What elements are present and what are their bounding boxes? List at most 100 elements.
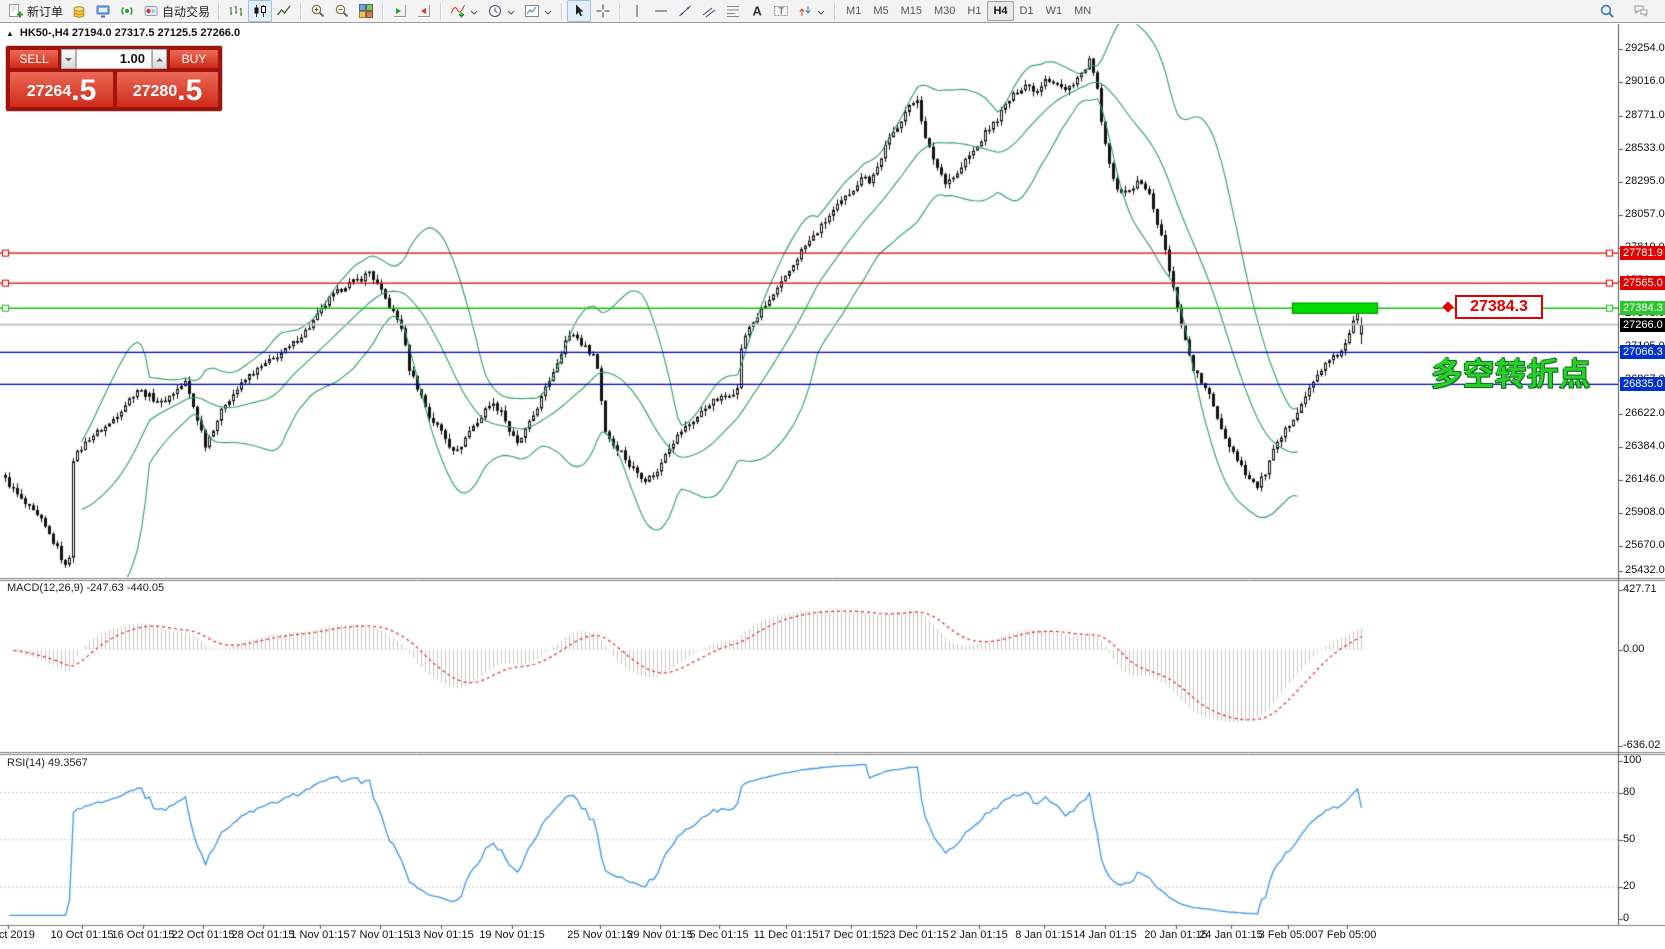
rsi-tick-label: 20 (1623, 880, 1635, 892)
toolbar-separator (561, 3, 563, 20)
price-tick-label: 25908.0 (1625, 506, 1665, 518)
toolbar-separator (834, 3, 836, 20)
collapse-panel-arrow[interactable]: ▲ (6, 29, 14, 38)
vertical-line-button[interactable] (625, 0, 649, 22)
price-level-label[interactable]: 27066.3 (1620, 345, 1665, 359)
toolbar-separator (300, 3, 302, 20)
buy-button[interactable]: BUY (169, 49, 219, 69)
price-tick-label: 28771.0 (1625, 109, 1665, 121)
autotrading-button[interactable]: 自动交易 (139, 0, 214, 22)
caret-down-icon (816, 7, 826, 16)
price-level-label[interactable]: 27384.3 (1620, 301, 1665, 315)
volume-increase-button[interactable] (152, 49, 167, 69)
templates-button[interactable] (520, 0, 557, 22)
caret-down-icon (543, 7, 553, 16)
search-icon (1599, 3, 1615, 19)
tf-m15-button[interactable]: M15 (895, 1, 928, 21)
chart-info-line: ▲ HK50-,H4 27194.0 27317.5 27125.5 27266… (6, 27, 240, 39)
autotrading-icon (143, 3, 159, 19)
sell-button[interactable]: SELL (9, 49, 59, 69)
new-order-button[interactable]: 新订单 (4, 0, 67, 22)
candlestick-chart-button[interactable] (248, 0, 272, 22)
zoom-out-icon (334, 3, 350, 19)
caret-down-icon (64, 50, 73, 68)
svg-text:A: A (753, 4, 763, 19)
time-tick-label: 2 Jan 01:15 (950, 929, 1008, 941)
text-label-button[interactable]: T (769, 0, 793, 22)
trendline-icon (677, 3, 693, 19)
price-level-label[interactable]: 26835.0 (1620, 377, 1665, 391)
chart-canvas[interactable] (0, 0, 1665, 949)
price-level-label[interactable]: 27565.0 (1620, 276, 1665, 290)
time-tick-label: 7 Nov 01:15 (350, 929, 409, 941)
tf-m30-button[interactable]: M30 (928, 1, 961, 21)
chat-icon (1633, 3, 1649, 19)
annotation-text[interactable]: 多空转折点 (1431, 349, 1591, 394)
sell-price-frac: .5 (71, 76, 96, 106)
market-button[interactable] (67, 0, 91, 22)
chart-shift-button[interactable] (412, 0, 436, 22)
clock-icon (487, 3, 503, 19)
tf-h4-button[interactable]: H4 (987, 1, 1013, 21)
crosshair-icon (595, 3, 611, 19)
rsi-tick-label: 50 (1623, 833, 1635, 845)
periods-button[interactable] (483, 0, 520, 22)
trendline-button[interactable] (673, 0, 697, 22)
indicators-button[interactable] (446, 0, 483, 22)
tf-w1-button[interactable]: W1 (1040, 1, 1069, 21)
time-tick-label: 28 Oct 01:15 (232, 929, 295, 941)
time-tick-label: 5 Dec 01:15 (689, 929, 748, 941)
time-tick-label: 25 Nov 01:15 (567, 929, 632, 941)
fibonacci-button[interactable] (721, 0, 745, 22)
new-order-button-label: 新订单 (27, 3, 63, 20)
bar-chart-button[interactable] (224, 0, 248, 22)
buy-price-main: 27280 (133, 83, 178, 101)
tf-h1-button[interactable]: H1 (961, 1, 987, 21)
price-alert-label[interactable]: 27384.3 (1455, 295, 1543, 319)
tf-w1-button-label: W1 (1046, 5, 1063, 17)
price-level-label[interactable]: 27781.9 (1620, 246, 1665, 260)
toolbar-right (1595, 0, 1661, 22)
tf-d1-button-label: D1 (1020, 5, 1034, 17)
search-button[interactable] (1595, 0, 1619, 22)
tile-windows-button[interactable] (354, 0, 378, 22)
signals-icon (119, 3, 135, 19)
volume-input[interactable]: 1.00 (76, 49, 152, 69)
virtual-hosting-button[interactable] (91, 0, 115, 22)
caret-down-icon (506, 7, 516, 16)
community-chat-button[interactable] (1629, 0, 1653, 22)
zoom-out-button[interactable] (330, 0, 354, 22)
sell-price-button[interactable]: 27264 .5 (9, 71, 114, 108)
cursor-button[interactable] (567, 0, 591, 22)
tf-m1-button[interactable]: M1 (840, 1, 867, 21)
time-tick-label: 22 Oct 01:15 (172, 929, 235, 941)
tf-m1-button-label: M1 (846, 5, 861, 17)
rsi-indicator-label: RSI(14) 49.3567 (7, 757, 88, 769)
time-tick-label: 17 Dec 01:15 (818, 929, 883, 941)
indicators-icon (450, 3, 466, 19)
channel-button[interactable] (697, 0, 721, 22)
signals-button[interactable] (115, 0, 139, 22)
fibonacci-icon (725, 3, 741, 19)
toolbar-left: 新订单 自动交易 AT M1 M5M15M30H1H4 D1 W1 MN (4, 0, 1097, 22)
crosshair-button[interactable] (591, 0, 615, 22)
time-tick-label: 3 Feb 05:00 (1259, 929, 1318, 941)
tf-m5-button[interactable]: M5 (867, 1, 894, 21)
tf-mn-button[interactable]: MN (1068, 1, 1097, 21)
time-tick-label: 8 Oct 2019 (0, 929, 35, 941)
tf-d1-button[interactable]: D1 (1014, 1, 1040, 21)
auto-scroll-button[interactable] (388, 0, 412, 22)
toolbar-separator (218, 3, 220, 20)
time-tick-label: 23 Dec 01:15 (883, 929, 948, 941)
buy-price-frac: .5 (177, 76, 202, 106)
line-chart-button[interactable] (272, 0, 296, 22)
bar-chart-icon (228, 3, 244, 19)
zoom-in-button[interactable] (306, 0, 330, 22)
auto-scroll-icon (392, 3, 408, 19)
volume-decrease-button[interactable] (61, 49, 76, 69)
horizontal-line-button[interactable] (649, 0, 673, 22)
text-button[interactable]: A (745, 0, 769, 22)
rsi-tick-label: 0 (1623, 912, 1629, 924)
buy-price-button[interactable]: 27280 .5 (116, 71, 219, 108)
arrows-button[interactable] (793, 0, 830, 22)
